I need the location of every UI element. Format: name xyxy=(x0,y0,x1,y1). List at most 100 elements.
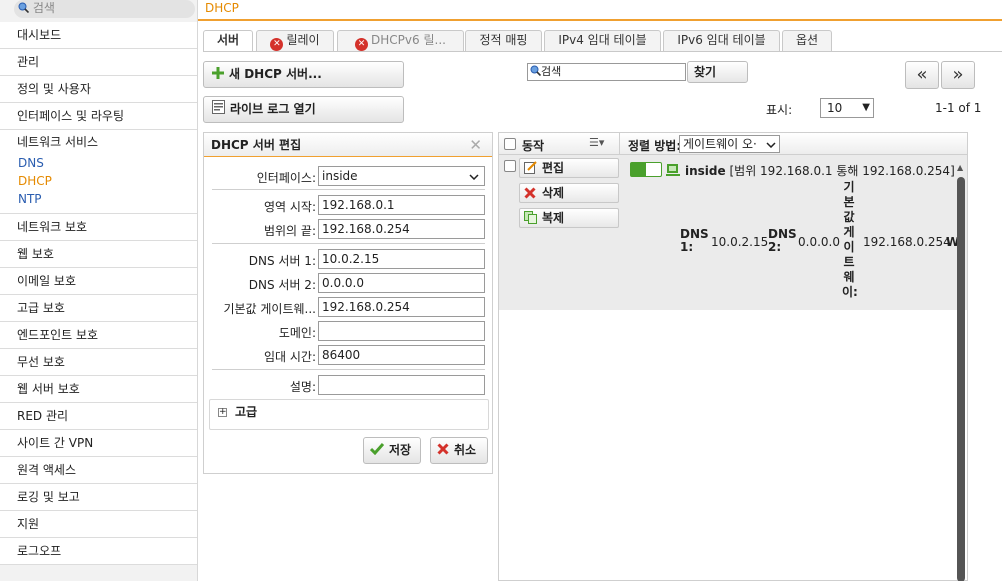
sort-select[interactable]: 게이트웨이 오· xyxy=(679,135,780,153)
cancel-button[interactable]: 취소 xyxy=(430,437,488,464)
nav-sub-ntp[interactable]: NTP xyxy=(0,190,197,208)
interface-value: inside xyxy=(322,169,358,183)
row-checkbox[interactable] xyxy=(504,160,516,172)
range-end-label: 범위의 끝: xyxy=(263,224,316,238)
domain-input[interactable] xyxy=(318,321,485,341)
enable-toggle[interactable] xyxy=(630,162,662,177)
nav-sub-dns[interactable]: DNS xyxy=(0,154,197,172)
range-end-input[interactable]: 192.168.0.254 xyxy=(318,219,485,239)
toggle-on-indicator xyxy=(631,163,646,176)
close-icon xyxy=(437,439,449,463)
nav-site-to-site-vpn[interactable]: 사이트 간 VPN xyxy=(0,430,197,457)
scroll-up-icon[interactable]: ▲ xyxy=(957,163,963,172)
nav-advanced-protection[interactable]: 고급 보호 xyxy=(0,295,197,322)
lease-time-label: 임대 시간: xyxy=(263,350,316,364)
edit-panel-title: DHCP 서버 편집 xyxy=(204,133,492,157)
nav-wireless-protection[interactable]: 무선 보호 xyxy=(0,349,197,376)
table-row: 편집 삭제 복제 inside [범위 192.168.0.1 통해 192.1… xyxy=(499,155,967,310)
header-divider xyxy=(198,19,1002,21)
edit-button[interactable]: 편집 xyxy=(519,158,619,178)
nav-web-protection[interactable]: 웹 보호 xyxy=(0,241,197,268)
tab-relay[interactable]: ✕ 릴레이 xyxy=(256,30,334,51)
page-size-value: 10 xyxy=(827,101,843,115)
dns1-value: 10.0.2.15 xyxy=(711,235,769,249)
advanced-section[interactable]: + 고급 xyxy=(209,399,489,430)
chevron-down-icon: ▼ xyxy=(862,102,870,113)
comment-input[interactable] xyxy=(318,375,485,395)
nav-definitions-users[interactable]: 정의 및 사용자 xyxy=(0,76,197,103)
search-icon xyxy=(18,1,30,17)
nav-support[interactable]: 지원 xyxy=(0,511,197,538)
result-range: 1-1 of 1 xyxy=(935,101,982,115)
chevron-down-icon xyxy=(766,142,776,148)
nav-email-protection[interactable]: 이메일 보호 xyxy=(0,268,197,295)
nav-remote-access[interactable]: 원격 액세스 xyxy=(0,457,197,484)
save-button[interactable]: 저장 xyxy=(363,437,421,464)
show-label: 표시: xyxy=(766,103,793,117)
nav-management[interactable]: 관리 xyxy=(0,49,197,76)
tab-relay-label: 릴레이 xyxy=(286,33,320,47)
sort-value: 게이트웨이 오· xyxy=(683,137,757,151)
nav-interfaces-routing[interactable]: 인터페이스 및 라우팅 xyxy=(0,103,197,130)
next-page-button[interactable]: » xyxy=(941,61,975,89)
lease-time-input[interactable]: 86400 xyxy=(318,345,485,365)
interface-select[interactable]: inside xyxy=(318,166,485,186)
sort-label: 정렬 방법: xyxy=(628,139,682,153)
delete-button[interactable]: 삭제 xyxy=(519,183,619,203)
entry-title: inside [범위 192.168.0.1 통해 192.168.0.254] xyxy=(685,162,955,179)
nav-endpoint-protection[interactable]: 엔드포인트 보호 xyxy=(0,322,197,349)
tab-dhcpv6-relay[interactable]: ✕ DHCPv6 릴... xyxy=(337,30,464,51)
edit-dhcp-server-panel: DHCP 서버 편집 ✕ 인터페이스: inside 영역 시작: 192.16… xyxy=(203,132,493,474)
list-menu-icon[interactable]: ☰▾ xyxy=(589,136,604,149)
search-icon xyxy=(530,65,542,77)
page-size-select[interactable]: 10 ▼ xyxy=(820,98,874,118)
range-start-input[interactable]: 192.168.0.1 xyxy=(318,195,485,215)
open-live-log-button[interactable]: 라이브 로그 열기 xyxy=(203,96,404,123)
nav-red-management[interactable]: RED 관리 xyxy=(0,403,197,430)
tab-server[interactable]: 서버 xyxy=(203,30,253,52)
prev-page-button[interactable]: « xyxy=(905,61,939,89)
expand-icon[interactable]: + xyxy=(218,408,227,417)
select-all-checkbox[interactable] xyxy=(504,138,516,150)
tab-options[interactable]: 옵션 xyxy=(782,30,832,51)
new-dhcp-server-button[interactable]: 새 DHCP 서버... xyxy=(203,61,404,88)
nav-dashboard[interactable]: 대시보드 xyxy=(0,22,197,49)
tab-divider xyxy=(203,51,1002,52)
interface-label: 인터페이스: xyxy=(256,171,316,185)
delete-label: 삭제 xyxy=(542,186,565,200)
action-column-header: 동작 xyxy=(522,139,545,153)
dns2-input[interactable]: 0.0.0.0 xyxy=(318,273,485,293)
nav-logoff[interactable]: 로그오프 xyxy=(0,538,197,565)
log-icon xyxy=(212,98,225,122)
sidebar: 검색 대시보드 관리 정의 및 사용자 인터페이스 및 라우팅 네트워크 서비스… xyxy=(0,0,198,581)
list-search-input[interactable]: 검색 xyxy=(527,63,686,81)
nav-logging-reporting[interactable]: 로깅 및 보고 xyxy=(0,484,197,511)
nav-network-services-label[interactable]: 네트워크 서비스 xyxy=(0,130,197,154)
sidebar-search-placeholder: 검색 xyxy=(32,1,55,15)
advanced-label: 고급 xyxy=(235,405,258,419)
tab-ipv6-lease-table[interactable]: IPv6 임대 테이블 xyxy=(663,30,780,51)
dns2-value: 0.0.0.0 xyxy=(798,235,840,249)
close-icon[interactable]: ✕ xyxy=(469,136,482,154)
separator xyxy=(212,189,485,190)
sidebar-search-input[interactable]: 검색 xyxy=(14,0,195,18)
tab-ipv4-lease-table[interactable]: IPv4 임대 테이블 xyxy=(544,30,661,51)
clone-button[interactable]: 복제 xyxy=(519,208,619,228)
clone-label: 복제 xyxy=(542,211,565,225)
list-header: 동작 ☰▾ 정렬 방법: 게이트웨이 오· xyxy=(499,133,967,155)
gateway-input[interactable]: 192.168.0.254 xyxy=(318,297,485,317)
nav-network-protection[interactable]: 네트워크 보호 xyxy=(0,214,197,241)
nav-webserver-protection[interactable]: 웹 서버 보호 xyxy=(0,376,197,403)
dns1-input[interactable]: 10.0.2.15 xyxy=(318,249,485,269)
nav-network-services: 네트워크 서비스 DNS DHCP NTP xyxy=(0,130,197,214)
error-icon: ✕ xyxy=(355,38,369,51)
find-button[interactable]: 찾기 xyxy=(687,61,748,83)
entry-name: inside xyxy=(685,164,726,178)
tab-static-mapping[interactable]: 정적 매핑 xyxy=(465,30,542,51)
plus-icon xyxy=(212,63,224,87)
gateway-value: 192.168.0.254 xyxy=(863,235,951,249)
nav-sub-dhcp[interactable]: DHCP xyxy=(0,172,197,190)
gateway-label: 기본값 게이트웨... xyxy=(223,302,316,316)
page-title: DHCP xyxy=(205,1,239,15)
scrollbar[interactable] xyxy=(957,177,965,581)
